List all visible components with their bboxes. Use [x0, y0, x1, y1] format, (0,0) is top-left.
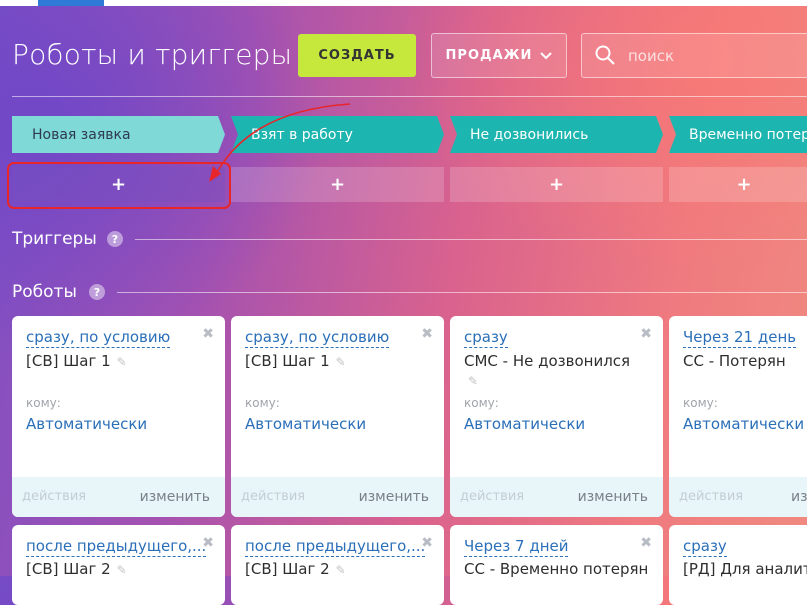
add-trigger-button[interactable]: +	[669, 167, 807, 202]
robot-name-text: [СВ] Шаг 2	[245, 560, 330, 578]
close-icon[interactable]: ✖	[421, 535, 433, 551]
robot-card[interactable]: Через 21 день СС - Потерян кому: Автомат…	[669, 316, 807, 517]
robot-name: [СВ] Шаг 2 ✎	[26, 560, 127, 578]
edit-link[interactable]: изменить	[140, 489, 210, 505]
close-icon[interactable]: ✖	[202, 535, 214, 551]
card-footer: действия изменить	[12, 477, 225, 517]
triggers-divider	[135, 239, 807, 240]
robot-name-text: [СВ] Шаг 2	[26, 560, 111, 578]
card-footer: действия изменить	[231, 477, 444, 517]
robot-condition[interactable]: после предыдущего,...	[26, 536, 207, 557]
top-bar-strip	[0, 0, 807, 6]
robots-heading: Роботы	[12, 282, 77, 302]
help-icon[interactable]: ?	[89, 284, 105, 300]
edit-link[interactable]: изменить	[791, 489, 807, 505]
pencil-icon[interactable]: ✎	[468, 374, 478, 388]
pipeline-select-label: ПРОДАЖИ	[445, 48, 533, 63]
active-tab-indicator	[38, 0, 104, 6]
stage-label: Новая заявка	[32, 126, 131, 143]
edit-link[interactable]: изменить	[359, 489, 429, 505]
recipient-label: кому:	[26, 396, 61, 410]
top-bar	[0, 0, 807, 6]
robot-name: СС - Потерян	[683, 352, 786, 370]
close-icon[interactable]: ✖	[640, 326, 652, 342]
close-icon[interactable]: ✖	[640, 535, 652, 551]
header-divider	[12, 96, 807, 97]
stage-label: Не дозвонились	[470, 126, 589, 143]
recipient-value[interactable]: Автоматически	[683, 415, 804, 433]
recipient-label: кому:	[683, 396, 718, 410]
chevron-down-icon	[540, 51, 553, 59]
robot-name: [СВ] Шаг 2 ✎	[245, 560, 346, 578]
robot-condition[interactable]: после предыдущего,...	[245, 536, 426, 557]
triggers-heading: Триггеры	[12, 229, 97, 249]
robots-divider	[117, 292, 807, 293]
robot-name-text: [СВ] Шаг 1	[245, 352, 330, 370]
close-icon[interactable]: ✖	[202, 326, 214, 342]
robot-name: [СВ] Шаг 1 ✎	[26, 352, 127, 370]
robot-card[interactable]: Через 7 дней ✖ СС - Временно потерян	[450, 525, 663, 605]
robot-name-text: [РД] Для аналитики	[683, 560, 807, 578]
robot-card[interactable]: после предыдущего,... ✖ [СВ] Шаг 2 ✎	[12, 525, 225, 605]
stage-label: Временно потерян	[689, 126, 807, 143]
stage-new-request[interactable]: Новая заявка	[12, 116, 225, 153]
recipient-label: кому:	[464, 396, 499, 410]
robot-card[interactable]: сразу ✖ СМС - Не дозвонился ✎ кому: Авто…	[450, 316, 663, 517]
pencil-icon[interactable]: ✎	[336, 355, 346, 369]
robot-name: СМС - Не дозвонился	[464, 352, 630, 370]
robot-name: СС - Временно потерян	[464, 560, 648, 578]
actions-link[interactable]: действия	[22, 489, 86, 504]
annotation-arrow	[209, 103, 351, 182]
page-title: Роботы и триггеры	[12, 38, 293, 71]
create-button[interactable]: СОЗДАТЬ	[298, 34, 416, 77]
card-footer: действия изменить	[669, 477, 807, 517]
robot-condition[interactable]: Через 21 день	[683, 327, 797, 348]
robot-name-text: [СВ] Шаг 1	[26, 352, 111, 370]
robot-condition[interactable]: сразу, по условию	[26, 327, 171, 348]
recipient-value[interactable]: Автоматически	[26, 415, 147, 433]
add-trigger-button[interactable]: +	[450, 167, 663, 202]
robot-condition[interactable]: сразу, по условию	[245, 327, 390, 348]
edit-link[interactable]: изменить	[578, 489, 648, 505]
highlight-box	[7, 162, 231, 209]
robot-condition[interactable]: сразу	[464, 327, 508, 348]
recipient-value[interactable]: Автоматически	[245, 415, 366, 433]
robot-name-text: СМС - Не дозвонился	[464, 352, 631, 370]
robot-name-text: СС - Потерян	[683, 352, 786, 370]
close-icon[interactable]: ✖	[421, 326, 433, 342]
recipient-value[interactable]: Автоматически	[464, 415, 585, 433]
actions-link[interactable]: действия	[679, 489, 743, 504]
robot-card[interactable]: сразу, по условию ✖ [СВ] Шаг 1 ✎ кому: Ав…	[12, 316, 225, 517]
robot-card[interactable]: сразу [РД] Для аналитики	[669, 525, 807, 605]
stage-not-reached[interactable]: Не дозвонились	[450, 116, 663, 153]
search-box[interactable]	[581, 33, 807, 78]
search-icon	[595, 45, 615, 65]
robot-name-text: СС - Временно потерян	[464, 560, 649, 578]
pencil-icon[interactable]: ✎	[336, 563, 346, 577]
search-input[interactable]	[626, 44, 800, 68]
robot-name: [РД] Для аналитики	[683, 560, 807, 578]
robot-card[interactable]: после предыдущего,... ✖ [СВ] Шаг 2 ✎	[231, 525, 444, 605]
robot-condition[interactable]: сразу	[683, 536, 727, 557]
card-footer: действия изменить	[450, 477, 663, 517]
recipient-label: кому:	[245, 396, 280, 410]
robot-card[interactable]: сразу, по условию ✖ [СВ] Шаг 1 ✎ кому: Ав…	[231, 316, 444, 517]
pipeline-select[interactable]: ПРОДАЖИ	[431, 33, 567, 78]
actions-link[interactable]: действия	[460, 489, 524, 504]
robot-name: [СВ] Шаг 1 ✎	[245, 352, 346, 370]
stage-temporarily-lost[interactable]: Временно потерян	[669, 116, 807, 153]
help-icon[interactable]: ?	[107, 231, 123, 247]
pencil-icon[interactable]: ✎	[117, 355, 127, 369]
actions-link[interactable]: действия	[241, 489, 305, 504]
pencil-icon[interactable]: ✎	[117, 563, 127, 577]
robot-condition[interactable]: Через 7 дней	[464, 536, 569, 557]
